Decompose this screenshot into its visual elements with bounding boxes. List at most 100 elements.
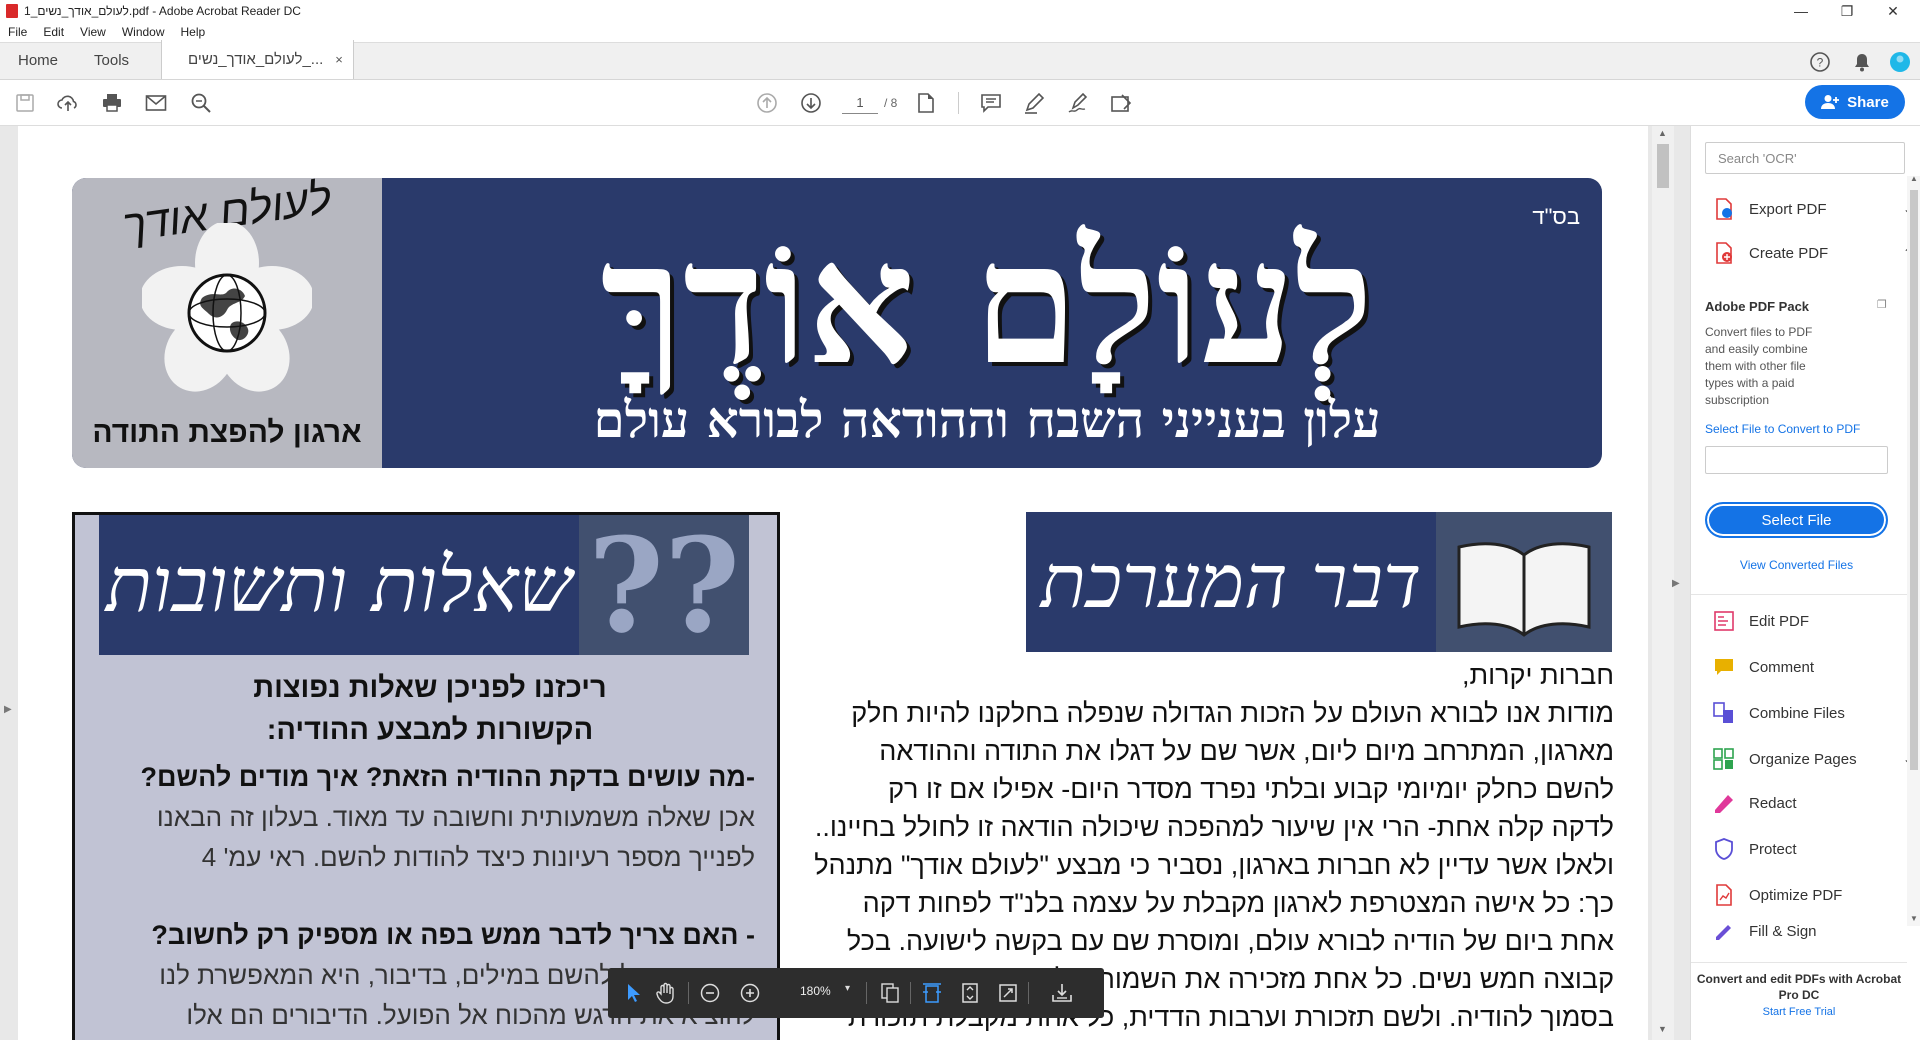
menu-view[interactable]: View [80, 25, 106, 39]
comment-icon[interactable] [978, 90, 1004, 116]
tool-redact[interactable]: Redact [1713, 788, 1797, 818]
tool-create-pdf[interactable]: Create PDF ⌃ [1713, 238, 1913, 268]
tools-panel-scrollbar[interactable]: ▲ ▼ [1907, 174, 1920, 926]
zoom-search-icon[interactable] [188, 90, 214, 116]
next-page-icon[interactable] [798, 90, 824, 116]
close-window-button[interactable]: ✕ [1870, 0, 1916, 22]
menu-window[interactable]: Window [122, 25, 165, 39]
zoom-dropdown-icon[interactable]: ▾ [845, 983, 850, 994]
upload-cloud-icon[interactable] [55, 90, 81, 116]
previous-page-icon[interactable] [754, 90, 780, 116]
share-label: Share [1847, 93, 1889, 111]
article-line: כך: כל אישה המצטרפת לארגון מקבלת על עצמה… [862, 888, 1614, 918]
more-tools-icon[interactable] [1109, 90, 1135, 116]
protect-icon [1713, 838, 1735, 860]
scroll-up-icon[interactable]: ▲ [1910, 174, 1918, 183]
tool-comment[interactable]: Comment [1713, 652, 1814, 682]
print-icon[interactable] [99, 90, 125, 116]
page-layout-icon[interactable] [878, 981, 902, 1005]
page-number-input[interactable]: 1 [842, 92, 878, 114]
menu-edit[interactable]: Edit [43, 25, 64, 39]
scroll-down-icon[interactable]: ▼ [1910, 914, 1918, 923]
newsletter-title: לְעוֹלָם אוֹדֶךָּ [600, 204, 1374, 402]
select-file-button[interactable]: Select File [1705, 502, 1888, 538]
menu-bar: File Edit View Window Help [0, 22, 1920, 42]
right-panel-toggle-icon[interactable]: ▶ [1672, 578, 1680, 589]
zoom-level[interactable]: 180% [800, 984, 831, 998]
article-greeting: חברות יקרות, [1461, 660, 1614, 690]
tools-panel-scroll-thumb[interactable] [1910, 190, 1918, 770]
menu-help[interactable]: Help [181, 25, 206, 39]
tool-label: Optimize PDF [1749, 886, 1843, 904]
email-icon[interactable] [143, 90, 169, 116]
export-pdf-icon [1713, 198, 1735, 220]
zoom-out-icon[interactable] [698, 981, 722, 1005]
page-fit-icon[interactable] [913, 90, 939, 116]
qa-answer-1-line-2: לפנייך מספר רעיונות כיצד להודות להשם. רא… [201, 842, 755, 872]
tab-home[interactable]: Home [0, 41, 76, 79]
copy-icon[interactable]: ❐ [1877, 298, 1887, 311]
fit-page-icon[interactable] [958, 981, 982, 1005]
qa-question-2: - האם צריך לדבר ממש בפה או מספיק רק לחשו… [151, 920, 755, 950]
select-cursor-icon[interactable] [622, 981, 646, 1005]
open-book-icon [1436, 512, 1612, 652]
tool-label: Organize Pages [1749, 750, 1857, 768]
notifications-bell-icon[interactable] [1850, 50, 1874, 74]
view-converted-files-link[interactable]: View Converted Files [1705, 558, 1888, 572]
tool-fill-sign[interactable]: Fill & Sign [1713, 922, 1817, 940]
maximize-button[interactable]: ❐ [1824, 0, 1870, 22]
flower-globe-logo [142, 223, 312, 392]
file-drop-field[interactable] [1705, 446, 1888, 474]
qa-answer-1-line-1: אכן שאלה משמעותית וחשובה עד מאוד. בעלון … [156, 802, 755, 832]
tool-organize-pages[interactable]: Organize Pages ⌄ [1713, 744, 1913, 774]
floatbar-divider [910, 982, 911, 1004]
tool-export-pdf[interactable]: Export PDF ⌄ [1713, 194, 1913, 224]
tool-optimize-pdf[interactable]: Optimize PDF [1713, 880, 1842, 910]
tab-close-button[interactable]: × [335, 52, 343, 67]
download-tray-icon[interactable] [1050, 981, 1074, 1005]
tool-protect[interactable]: Protect [1713, 834, 1797, 864]
hand-tool-icon[interactable] [654, 981, 678, 1005]
tab-tools[interactable]: Tools [76, 41, 147, 79]
left-panel-toggle-icon[interactable]: ▶ [4, 704, 12, 715]
share-button[interactable]: Share [1805, 85, 1905, 119]
organize-pages-icon [1713, 748, 1735, 770]
fill-sign-icon [1713, 922, 1735, 940]
qa-section: שאלות ותשובות ?? ריכזנו לפניכן שאלות נפו… [72, 509, 780, 1040]
scrollbar-thumb[interactable] [1657, 144, 1669, 188]
article-line: מודות אנו לבורא העולם על הזכות הגדולה שנ… [851, 698, 1614, 728]
account-avatar[interactable] [1888, 50, 1912, 74]
tool-label: Create PDF [1749, 244, 1829, 262]
organization-name: ארגון להפצת התודה [92, 416, 362, 449]
logo-panel: לעולם אודך ארגון להפצת התודה [72, 178, 382, 468]
save-icon[interactable] [12, 90, 38, 116]
tool-combine-files[interactable]: Combine Files [1713, 698, 1845, 728]
highlight-pen-icon[interactable] [1021, 90, 1047, 116]
pack-title: Adobe PDF Pack [1705, 299, 1810, 314]
start-free-trial-link[interactable]: Start Free Trial [1691, 1006, 1907, 1018]
full-screen-icon[interactable] [996, 981, 1020, 1005]
zoom-in-icon[interactable] [738, 981, 762, 1005]
tool-edit-pdf[interactable]: Edit PDF [1713, 606, 1809, 636]
document-scrollbar[interactable]: ▲ ▼ [1652, 126, 1674, 1040]
tool-label: Redact [1749, 794, 1797, 812]
scroll-down-icon[interactable]: ▼ [1658, 1024, 1667, 1034]
header-banner: לעולם אודך ארגון להפצת התודה בס"ד לְעוֹל… [72, 178, 1602, 468]
tools-panel: Search 'OCR' Export PDF ⌄ Create PDF ⌃ A… [1690, 126, 1920, 1040]
document-viewport[interactable]: ▶ לעולם אודך ארגון להפצת התודה בס"ד לְעו… [0, 126, 1690, 1040]
redact-icon [1713, 792, 1735, 814]
scroll-up-icon[interactable]: ▲ [1658, 128, 1667, 138]
main-toolbar: 1 / 8 [0, 80, 1920, 126]
tools-search-input[interactable]: Search 'OCR' [1705, 142, 1905, 174]
fit-width-icon[interactable] [920, 981, 944, 1005]
menu-file[interactable]: File [8, 25, 27, 39]
sign-icon[interactable] [1065, 90, 1091, 116]
minimize-button[interactable]: — [1778, 0, 1824, 22]
panel-divider [1691, 594, 1907, 595]
tool-label: Export PDF [1749, 200, 1827, 218]
help-icon[interactable]: ? [1808, 50, 1832, 74]
comment-icon [1713, 656, 1735, 678]
svg-text:?: ? [1817, 56, 1824, 70]
tab-document[interactable]: לעולם_אודך_נשים_... × [161, 40, 354, 79]
qa-question-1: -מה עושים בדקת ההודיה הזאת? איך מודים לה… [140, 762, 755, 792]
